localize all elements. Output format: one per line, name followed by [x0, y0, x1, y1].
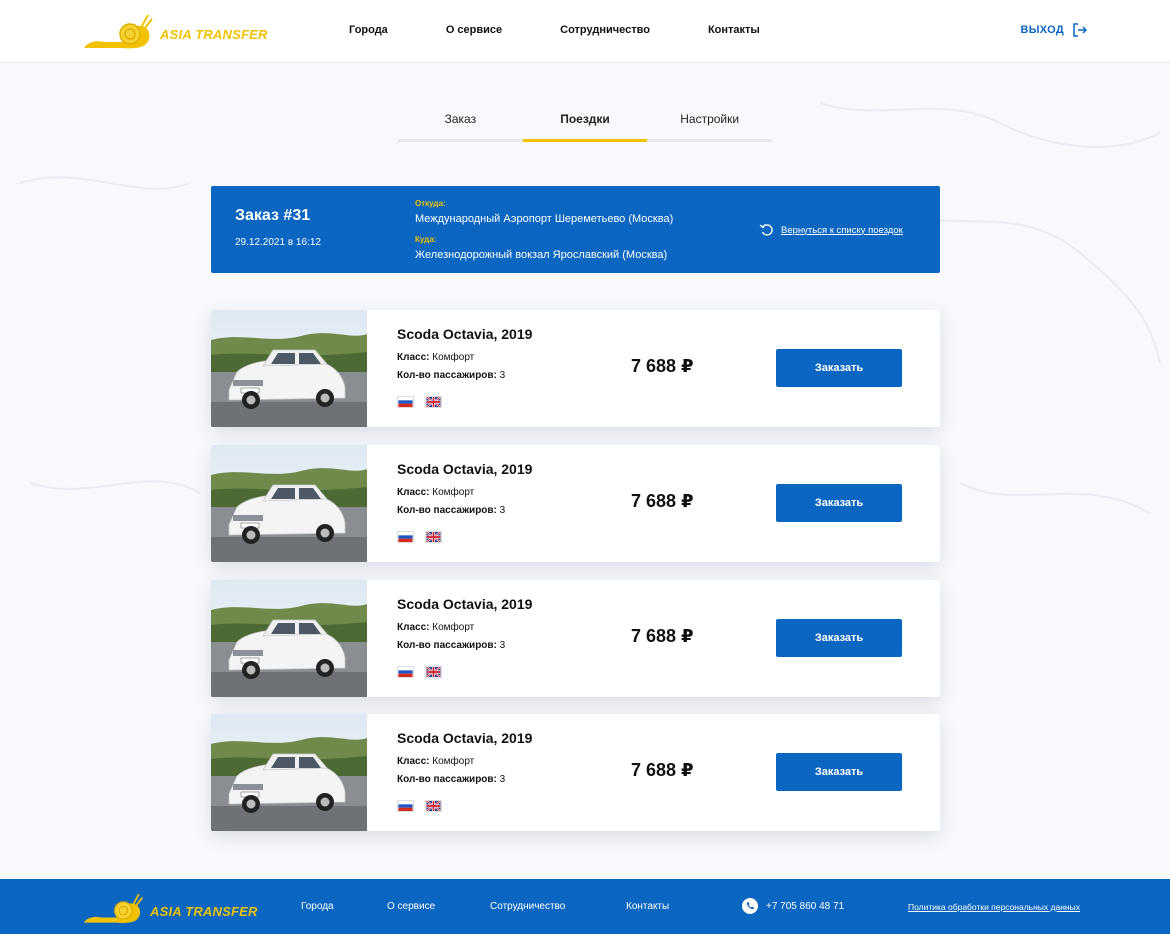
refresh-icon: [759, 224, 773, 236]
class-label: Класс:: [397, 487, 430, 498]
class-label: Класс:: [397, 352, 430, 363]
footer-nav-contacts[interactable]: Контакты: [626, 901, 669, 912]
uk-flag-icon: [425, 396, 442, 408]
class-value: Комфорт: [432, 487, 475, 498]
back-link-label: Вернуться к списку поездок: [781, 224, 903, 236]
car-passengers: Кол-во пассажиров: 3: [397, 505, 505, 516]
to-value: Железнодорожный вокзал Ярославский (Моск…: [415, 249, 668, 261]
car-price: 7 688 ₽: [631, 356, 694, 376]
class-label: Класс:: [397, 622, 430, 633]
logout-button[interactable]: ВЫХОД: [1020, 22, 1088, 38]
tab-trips[interactable]: Поездки: [522, 104, 648, 142]
language-flags: [397, 666, 442, 678]
car-offer-card: Scoda Octavia, 2019 Класс: Комфорт Кол-в…: [211, 714, 940, 831]
footer-logo[interactable]: ASIA TRANSFER: [82, 887, 258, 929]
order-car-button[interactable]: Заказать: [776, 349, 902, 387]
car-photo: [211, 310, 367, 427]
car-name: Scoda Octavia, 2019: [397, 730, 533, 746]
from-value: Международный Аэропорт Шереметьево (Моск…: [415, 213, 674, 225]
language-flags: [397, 800, 442, 812]
passengers-value: 3: [499, 370, 506, 381]
order-car-button[interactable]: Заказать: [776, 753, 902, 791]
passengers-value: 3: [499, 774, 506, 785]
profile-tabs: Заказ Поездки Настройки: [398, 104, 772, 142]
car-passengers: Кол-во пассажиров: 3: [397, 640, 505, 651]
order-car-button[interactable]: Заказать: [776, 619, 902, 657]
tab-order[interactable]: Заказ: [398, 104, 523, 139]
class-label: Класс:: [397, 756, 430, 767]
car-class: Класс: Комфорт: [397, 622, 474, 633]
passengers-value: 3: [499, 505, 506, 516]
uk-flag-icon: [425, 800, 442, 812]
order-car-button[interactable]: Заказать: [776, 484, 902, 522]
logout-icon: [1073, 23, 1088, 37]
back-to-trips-link[interactable]: Вернуться к списку поездок: [759, 223, 903, 237]
from-label: Откуда:: [415, 199, 446, 208]
phone-icon: [742, 898, 758, 914]
footer-nav-partnership[interactable]: Сотрудничество: [490, 901, 565, 912]
footer-nav-cities[interactable]: Города: [301, 901, 334, 912]
footer-logo-text: ASIA TRANSFER: [150, 903, 258, 919]
car-class: Класс: Комфорт: [397, 352, 474, 363]
car-class: Класс: Комфорт: [397, 756, 474, 767]
passengers-label: Кол-во пассажиров:: [397, 774, 497, 785]
passengers-value: 3: [499, 640, 506, 651]
logo-text: ASIA TRANSFER: [160, 26, 268, 42]
passengers-label: Кол-во пассажиров:: [397, 640, 497, 651]
to-label: Куда:: [415, 235, 437, 244]
uk-flag-icon: [425, 666, 442, 678]
car-name: Scoda Octavia, 2019: [397, 326, 533, 342]
language-flags: [397, 531, 442, 543]
car-photo: [211, 445, 367, 562]
nav-cities[interactable]: Города: [349, 24, 388, 36]
nav-about[interactable]: О сервисе: [446, 24, 502, 36]
car-offer-card: Scoda Octavia, 2019 Класс: Комфорт Кол-в…: [211, 310, 940, 427]
order-summary: Заказ #31 29.12.2021 в 16:12 Откуда: Меж…: [211, 186, 940, 273]
uk-flag-icon: [425, 531, 442, 543]
site-footer: ASIA TRANSFER Города О сервисе Сотруднич…: [0, 879, 1170, 934]
passengers-label: Кол-во пассажиров:: [397, 370, 497, 381]
main-nav: Города О сервисе Сотрудничество Контакты: [349, 24, 818, 36]
nav-contacts[interactable]: Контакты: [708, 24, 760, 36]
russia-flag-icon: [397, 666, 414, 678]
snail-logo-icon: [84, 14, 153, 49]
footer-phone[interactable]: +7 705 860 48 71: [742, 898, 844, 914]
russia-flag-icon: [397, 531, 414, 543]
car-offer-card: Scoda Octavia, 2019 Класс: Комфорт Кол-в…: [211, 580, 940, 697]
order-date: 29.12.2021 в 16:12: [235, 237, 321, 248]
language-flags: [397, 396, 442, 408]
car-offer-card: Scoda Octavia, 2019 Класс: Комфорт Кол-в…: [211, 445, 940, 562]
footer-nav-about[interactable]: О сервисе: [387, 901, 435, 912]
snail-logo-icon: [83, 893, 143, 923]
car-passengers: Кол-во пассажиров: 3: [397, 774, 505, 785]
car-photo: [211, 580, 367, 697]
phone-number: +7 705 860 48 71: [766, 900, 845, 912]
car-passengers: Кол-во пассажиров: 3: [397, 370, 505, 381]
nav-partnership[interactable]: Сотрудничество: [560, 24, 650, 36]
tab-settings[interactable]: Настройки: [647, 104, 772, 139]
car-name: Scoda Octavia, 2019: [397, 461, 533, 477]
passengers-label: Кол-во пассажиров:: [397, 505, 497, 516]
car-class: Класс: Комфорт: [397, 487, 474, 498]
car-name: Scoda Octavia, 2019: [397, 596, 533, 612]
class-value: Комфорт: [432, 352, 475, 363]
class-value: Комфорт: [432, 622, 475, 633]
site-header: ASIA TRANSFER Города О сервисе Сотруднич…: [0, 0, 1170, 63]
privacy-policy-link[interactable]: Политика обработки персональных данных: [908, 902, 1080, 912]
order-title: Заказ #31: [235, 207, 311, 224]
car-photo: [211, 714, 367, 831]
russia-flag-icon: [397, 800, 414, 812]
logo[interactable]: ASIA TRANSFER: [82, 10, 268, 52]
logout-label: ВЫХОД: [1020, 24, 1064, 36]
car-price: 7 688 ₽: [631, 760, 694, 780]
class-value: Комфорт: [432, 756, 475, 767]
car-price: 7 688 ₽: [631, 626, 694, 646]
car-price: 7 688 ₽: [631, 491, 694, 511]
russia-flag-icon: [397, 396, 414, 408]
